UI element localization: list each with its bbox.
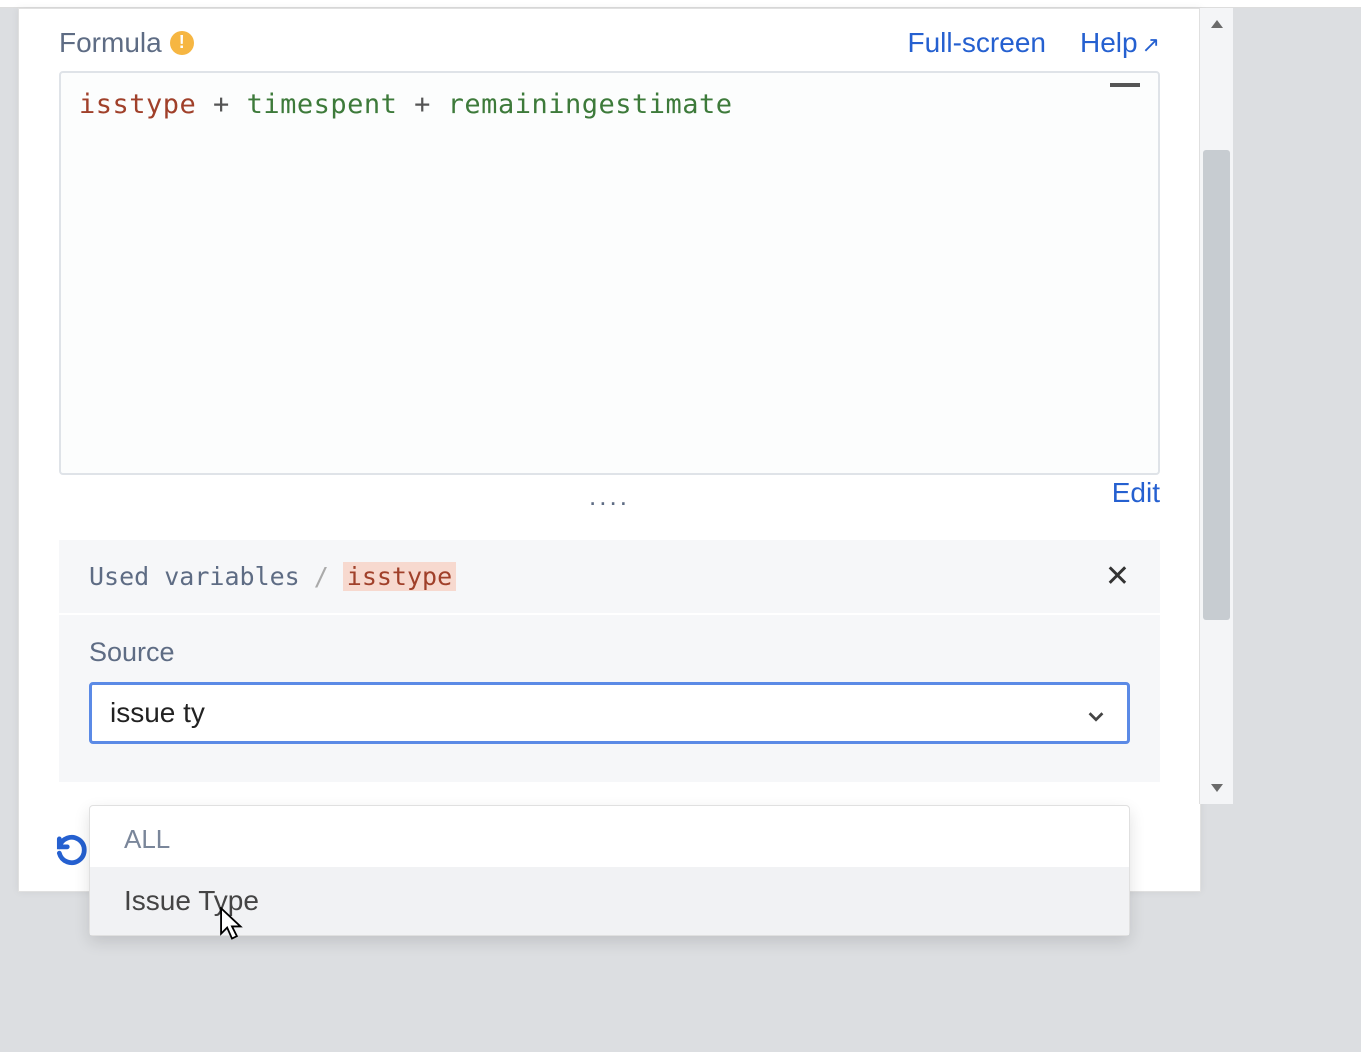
fullscreen-link[interactable]: Full-screen	[907, 27, 1045, 59]
help-link[interactable]: Help↗	[1080, 27, 1160, 59]
used-variables-panel: Used variables / isstype ✕	[59, 540, 1160, 613]
formula-token-error: isstype	[79, 89, 196, 120]
formula-token-var: remainingestimate	[448, 89, 733, 120]
breadcrumb-root[interactable]: Used variables	[89, 562, 300, 591]
undo-button[interactable]	[53, 831, 91, 869]
formula-code[interactable]: isstype + timespent + remainingestimate	[61, 73, 1158, 136]
formula-label-text: Formula	[59, 27, 162, 59]
close-icon[interactable]: ✕	[1105, 559, 1130, 594]
formula-section-label: Formula !	[59, 27, 194, 59]
scroll-thumb[interactable]	[1203, 150, 1230, 620]
edit-link[interactable]: Edit	[1112, 477, 1160, 509]
formula-token-var: timespent	[247, 89, 398, 120]
warning-icon: !	[170, 31, 194, 55]
source-section: Source issue ty	[59, 615, 1160, 782]
scroll-up-arrow-icon[interactable]	[1200, 8, 1233, 40]
formula-panel: Formula ! Full-screen Help↗ isstype + ti…	[18, 8, 1201, 892]
collapse-icon[interactable]	[1110, 83, 1140, 87]
dropdown-item-issue-type[interactable]: Issue Type	[90, 867, 1129, 935]
breadcrumb-current: isstype	[343, 562, 456, 591]
source-input-value[interactable]: issue ty	[110, 697, 205, 729]
scroll-track[interactable]	[1200, 40, 1233, 772]
source-label: Source	[89, 637, 1130, 668]
vertical-scrollbar[interactable]	[1199, 8, 1233, 804]
source-dropdown[interactable]: ALL Issue Type	[89, 805, 1130, 936]
source-select[interactable]: issue ty	[89, 682, 1130, 744]
formula-editor[interactable]: isstype + timespent + remainingestimate	[59, 71, 1160, 475]
breadcrumb-separator: /	[314, 562, 329, 591]
dropdown-group-label: ALL	[90, 806, 1129, 867]
resize-handle[interactable]: .... Edit	[19, 475, 1200, 512]
breadcrumb: Used variables / isstype ✕	[59, 540, 1160, 613]
scroll-down-arrow-icon[interactable]	[1200, 772, 1233, 804]
chevron-down-icon[interactable]	[1085, 702, 1107, 724]
external-link-icon: ↗	[1142, 32, 1160, 57]
